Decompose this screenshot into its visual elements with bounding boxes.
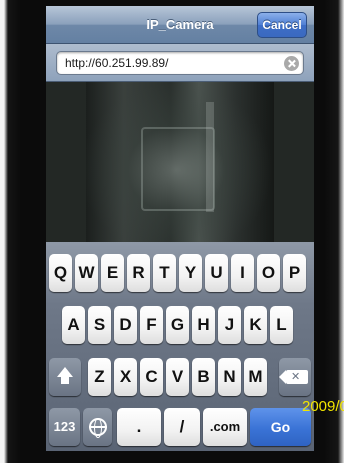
key-u[interactable]: U: [205, 254, 228, 292]
key-f[interactable]: F: [140, 306, 163, 344]
key-m[interactable]: M: [244, 358, 267, 396]
shift-icon: [57, 367, 73, 384]
key-x[interactable]: X: [114, 358, 137, 396]
key-l[interactable]: L: [270, 306, 293, 344]
key-y[interactable]: Y: [179, 254, 202, 292]
camera-timestamp: 2009/0: [302, 398, 344, 415]
backspace-key[interactable]: [279, 358, 311, 396]
clear-icon[interactable]: [284, 56, 299, 71]
keyboard-row-4: 123 . / .com Go: [46, 408, 314, 446]
key-e[interactable]: E: [101, 254, 124, 292]
keyboard-row-3: Z X C V B N M: [46, 358, 314, 396]
navigation-bar: IP_Camera Cancel: [46, 6, 314, 44]
numbers-key[interactable]: 123: [49, 408, 80, 446]
key-n[interactable]: N: [218, 358, 241, 396]
key-p[interactable]: P: [283, 254, 306, 292]
key-q[interactable]: Q: [49, 254, 72, 292]
key-v[interactable]: V: [166, 358, 189, 396]
key-j[interactable]: J: [218, 306, 241, 344]
globe-key[interactable]: [83, 408, 112, 446]
key-w[interactable]: W: [75, 254, 98, 292]
shift-key[interactable]: [49, 358, 81, 396]
key-z[interactable]: Z: [88, 358, 111, 396]
key-c[interactable]: C: [140, 358, 163, 396]
key-s[interactable]: S: [88, 306, 111, 344]
url-bar: http://60.251.99.89/: [46, 44, 314, 82]
url-text: http://60.251.99.89/: [65, 56, 169, 70]
key-a[interactable]: A: [62, 306, 85, 344]
key-h[interactable]: H: [192, 306, 215, 344]
key-r[interactable]: R: [127, 254, 150, 292]
camera-image: [86, 82, 274, 242]
url-input[interactable]: http://60.251.99.89/: [56, 51, 304, 75]
camera-feed: [46, 82, 314, 242]
phone-screen: IP_Camera Cancel http://60.251.99.89/ Q …: [46, 6, 314, 451]
key-b[interactable]: B: [192, 358, 215, 396]
keyboard-row-2: A S D F G H J K L: [46, 306, 314, 344]
key-t[interactable]: T: [153, 254, 176, 292]
key-d[interactable]: D: [114, 306, 137, 344]
keyboard-row-1: Q W E R T Y U I O P: [46, 254, 314, 292]
backspace-icon: [279, 369, 308, 385]
key-i[interactable]: I: [231, 254, 254, 292]
key-o[interactable]: O: [257, 254, 280, 292]
dot-key[interactable]: .: [117, 408, 161, 446]
slash-key[interactable]: /: [164, 408, 200, 446]
keyboard: Q W E R T Y U I O P A S D F G H J K L Z …: [46, 242, 314, 451]
globe-icon: [88, 418, 107, 438]
cancel-button[interactable]: Cancel: [257, 12, 307, 38]
key-k[interactable]: K: [244, 306, 267, 344]
key-g[interactable]: G: [166, 306, 189, 344]
dotcom-key[interactable]: .com: [203, 408, 247, 446]
